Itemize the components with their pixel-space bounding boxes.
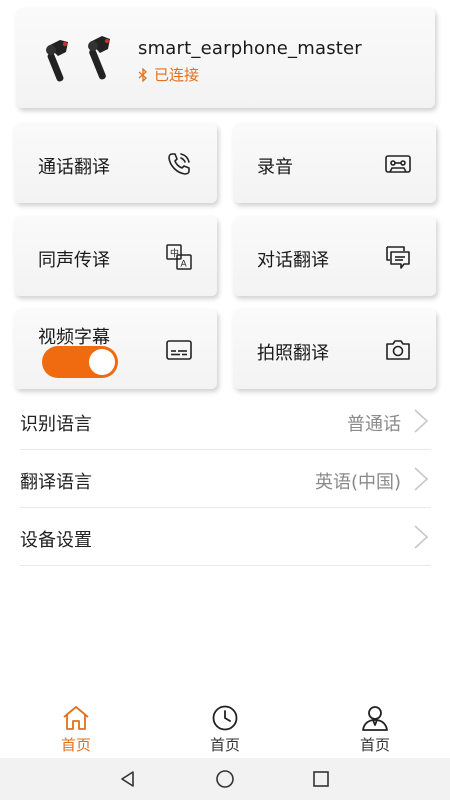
nav-item-history[interactable]: 首页: [185, 704, 265, 755]
bottom-nav: 首页 首页 首页: [0, 700, 450, 758]
user-icon: [362, 706, 388, 731]
tile-label: 同声传译: [38, 250, 110, 271]
tile-recording[interactable]: 录音: [233, 123, 436, 203]
earphones-image: [46, 36, 110, 82]
nav-label: 首页: [359, 736, 390, 754]
setting-device-settings[interactable]: 设备设置: [20, 508, 431, 566]
device-card[interactable]: smart_earphone_master 已连接: [16, 8, 435, 108]
connection-status: 已连接: [138, 64, 199, 85]
setting-translation-language[interactable]: 翻译语言 英语(中国): [20, 450, 431, 508]
tile-label: 拍照翻译: [257, 343, 329, 364]
phone-call-icon: [165, 150, 193, 178]
tile-label: 录音: [257, 157, 293, 178]
bluetooth-icon: [138, 67, 147, 82]
chevron-right-icon: [414, 467, 429, 491]
subtitles-icon: [165, 336, 193, 364]
chat-bubbles-icon: [384, 243, 412, 271]
recent-apps-icon[interactable]: [310, 768, 332, 790]
home-icon: [63, 706, 89, 730]
tile-video-subtitles[interactable]: 视频字幕: [14, 309, 217, 389]
camera-icon: [384, 336, 412, 364]
svg-text:中: 中: [170, 247, 179, 259]
tile-label: 对话翻译: [257, 250, 329, 271]
clock-icon: [212, 705, 238, 731]
setting-recognition-language[interactable]: 识别语言 普通话: [20, 392, 431, 450]
chevron-right-icon: [414, 409, 429, 433]
back-icon[interactable]: [117, 768, 139, 790]
setting-value: 英语(中国): [314, 472, 401, 493]
tile-label: 通话翻译: [38, 157, 110, 178]
device-name: smart_earphone_master: [138, 38, 362, 59]
nav-item-profile[interactable]: 首页: [335, 704, 415, 755]
system-nav-bar: [0, 758, 450, 800]
tile-simultaneous-interpretation[interactable]: 同声传译 中 A: [14, 216, 217, 296]
svg-text:A: A: [181, 260, 188, 270]
tile-photo-translation[interactable]: 拍照翻译: [233, 309, 436, 389]
tile-call-translation[interactable]: 通话翻译: [14, 123, 217, 203]
setting-label: 翻译语言: [20, 472, 92, 493]
translate-icon: 中 A: [165, 243, 193, 271]
nav-label: 首页: [60, 736, 91, 754]
subtitles-toggle[interactable]: [42, 346, 118, 378]
settings-list: 识别语言 普通话 翻译语言 英语(中国) 设备设置: [20, 392, 431, 566]
nav-item-home[interactable]: 首页: [36, 704, 116, 755]
setting-value: 普通话: [347, 414, 401, 435]
setting-label: 设备设置: [20, 530, 92, 551]
tile-dialogue-translation[interactable]: 对话翻译: [233, 216, 436, 296]
home-circle-icon[interactable]: [214, 768, 236, 790]
chevron-right-icon: [414, 525, 429, 549]
cassette-tape-icon: [384, 150, 412, 178]
nav-label: 首页: [209, 736, 240, 754]
setting-label: 识别语言: [20, 414, 92, 435]
connection-status-label: 已连接: [154, 66, 200, 84]
toggle-knob: [89, 349, 115, 375]
